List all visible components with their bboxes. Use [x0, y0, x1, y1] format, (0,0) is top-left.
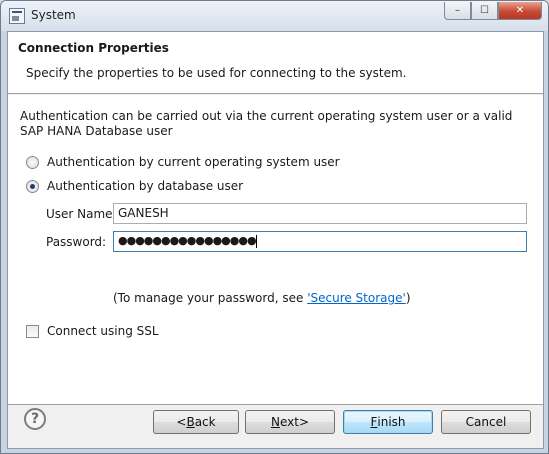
window-title: System: [31, 8, 76, 22]
ssl-checkbox[interactable]: [26, 324, 39, 338]
radio-auth-db-user[interactable]: Authentication by database user: [26, 179, 243, 193]
back-button[interactable]: < Back: [153, 410, 239, 434]
next-rest: ext: [279, 415, 299, 429]
hint-prefix: (To manage your password, see: [113, 291, 308, 305]
title-bar: System – ☐ ✕: [1, 1, 548, 31]
finish-button[interactable]: Finish: [343, 410, 433, 434]
back-prefix: <: [176, 415, 187, 429]
text-caret: [255, 234, 257, 248]
radio-button[interactable]: [26, 155, 39, 169]
password-hint: (To manage your password, see 'Secure St…: [113, 291, 411, 305]
cancel-button[interactable]: Cancel: [441, 410, 531, 434]
page-description: Specify the properties to be used for co…: [26, 66, 407, 80]
password-label: Password:: [46, 235, 107, 249]
password-value: ●●●●●●●●●●●●●●●●: [118, 234, 257, 247]
password-input[interactable]: ●●●●●●●●●●●●●●●●: [113, 231, 527, 252]
ssl-checkbox-label: Connect using SSL: [47, 324, 159, 338]
maximize-button[interactable]: ☐: [471, 2, 498, 20]
system-dialog: System – ☐ ✕ Connection Properties Speci…: [0, 0, 549, 454]
back-rest: ack: [194, 415, 216, 429]
username-value: GANESH: [118, 206, 169, 220]
back-mnemonic: B: [186, 415, 195, 429]
wizard-body: Authentication can be carried out via th…: [8, 95, 543, 405]
radio-label: Authentication by database user: [47, 179, 244, 193]
username-input[interactable]: GANESH: [113, 203, 527, 224]
next-suffix: >: [298, 415, 310, 429]
radio-label: Authentication by current operating syst…: [47, 155, 340, 169]
hint-suffix: ): [405, 291, 411, 305]
app-window-icon: [9, 8, 25, 24]
wizard-header: Connection Properties Specify the proper…: [8, 32, 543, 94]
username-label: User Name:: [46, 207, 117, 221]
finish-mnemonic: F: [370, 415, 378, 429]
window-controls: – ☐ ✕: [444, 2, 542, 20]
radio-auth-os-user[interactable]: Authentication by current operating syst…: [26, 155, 340, 169]
finish-rest: inish: [377, 415, 406, 429]
radio-button-checked[interactable]: [26, 179, 39, 193]
dialog-client-area: Connection Properties Specify the proper…: [7, 31, 544, 449]
close-button[interactable]: ✕: [498, 2, 542, 20]
next-button[interactable]: Next >: [245, 410, 335, 434]
next-mnemonic: N: [270, 415, 280, 429]
page-title: Connection Properties: [18, 41, 169, 55]
help-icon[interactable]: ?: [24, 408, 46, 430]
ssl-checkbox-row[interactable]: Connect using SSL: [26, 324, 159, 338]
auth-intro-text: Authentication can be carried out via th…: [20, 109, 513, 138]
secure-storage-link[interactable]: 'Secure Storage': [307, 291, 406, 305]
minimize-button[interactable]: –: [444, 2, 471, 20]
